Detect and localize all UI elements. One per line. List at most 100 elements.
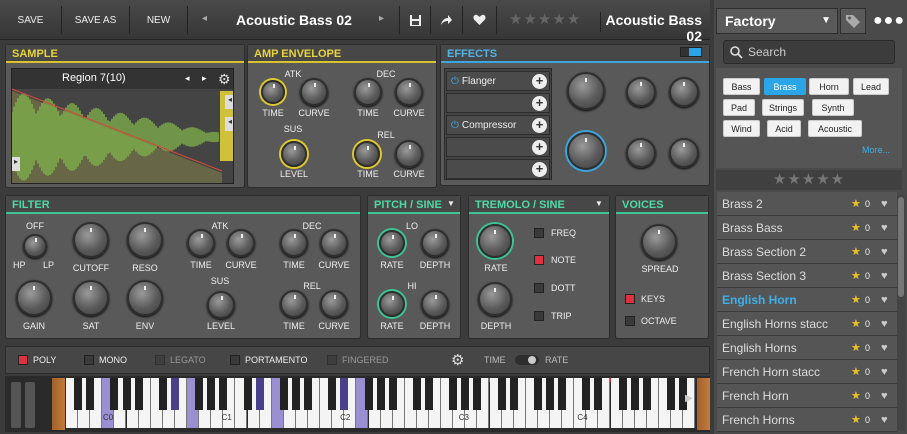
black-key[interactable] [558, 378, 567, 410]
power-icon[interactable]: ⏻ [451, 120, 459, 131]
loop-end-handle-2[interactable]: ◂ [225, 117, 233, 131]
list-item[interactable]: French Horn stacc ★ 0 ♥ [717, 360, 897, 384]
fx-knob-4[interactable] [567, 132, 605, 170]
heart-icon[interactable] [463, 6, 497, 34]
pitch-hi-rate-knob[interactable] [379, 291, 405, 317]
black-key[interactable] [642, 378, 651, 410]
black-key[interactable] [412, 378, 421, 410]
effects-toggle[interactable] [680, 47, 702, 57]
black-key[interactable] [255, 378, 264, 410]
filter-atk-time-knob[interactable] [187, 229, 215, 257]
pitch-lo-depth-knob[interactable] [421, 229, 449, 257]
dott-checkbox[interactable] [534, 283, 544, 293]
keys-checkbox[interactable] [625, 294, 635, 304]
black-key[interactable] [376, 378, 385, 410]
black-key[interactable] [134, 378, 143, 410]
list-item[interactable]: Brass 2 ★ 0 ♥ [717, 192, 897, 216]
filter-env-knob[interactable] [127, 280, 163, 316]
heart-icon[interactable]: ♥ [881, 342, 897, 354]
heart-icon[interactable]: ♥ [881, 318, 897, 330]
add-icon[interactable]: + [532, 74, 547, 89]
star-icon[interactable]: ★ [851, 365, 865, 378]
save-as-button[interactable]: SAVE AS [62, 6, 130, 34]
filter-sat-knob[interactable] [73, 280, 109, 316]
black-key[interactable] [546, 378, 554, 410]
list-scrollbar[interactable] [897, 195, 905, 431]
black-key[interactable] [449, 378, 458, 410]
filter-dec-time-knob[interactable] [280, 229, 308, 257]
fx-knob-5[interactable] [626, 138, 656, 168]
fx-knob-1[interactable] [567, 72, 605, 110]
poly-checkbox[interactable] [18, 355, 28, 365]
add-icon[interactable]: + [532, 118, 547, 133]
list-item[interactable]: Brass Section 3 ★ 0 ♥ [717, 264, 897, 288]
amp-release-time-knob[interactable] [354, 141, 380, 167]
black-key[interactable] [304, 378, 312, 410]
amp-release-curve-knob[interactable] [395, 140, 423, 168]
pitch-hi-depth-knob[interactable] [421, 290, 449, 318]
next-preset-icon[interactable]: ▸ [379, 13, 384, 24]
black-key[interactable] [425, 378, 433, 410]
filter-gain-knob[interactable] [16, 280, 52, 316]
mod-wheel[interactable] [25, 382, 35, 428]
amp-attack-time-knob[interactable] [261, 80, 285, 104]
heart-icon[interactable]: ♥ [881, 390, 897, 402]
tremolo-rate-knob[interactable] [478, 224, 512, 258]
list-item[interactable]: English Horn ★ 0 ♥ [717, 288, 897, 312]
scroll-right-icon[interactable]: ▶ [685, 393, 693, 404]
library-dropdown[interactable]: Factory ▼ [716, 8, 838, 34]
list-item[interactable]: English Horns ★ 0 ♥ [717, 336, 897, 360]
add-icon[interactable]: + [532, 96, 547, 111]
tag-bass[interactable]: Bass [723, 78, 760, 95]
filter-reso-knob[interactable] [127, 222, 163, 258]
black-key[interactable] [473, 378, 482, 410]
legato-checkbox[interactable] [155, 355, 165, 365]
filter-type-switch[interactable] [23, 234, 47, 258]
heart-icon[interactable]: ♥ [881, 222, 897, 234]
heart-icon[interactable]: ♥ [881, 366, 897, 378]
heart-icon[interactable]: ♥ [881, 294, 897, 306]
black-key[interactable] [388, 378, 397, 410]
black-key[interactable] [509, 378, 518, 410]
floppy-save-icon[interactable] [399, 6, 431, 34]
tag-acid[interactable]: Acid [767, 120, 801, 137]
share-icon[interactable] [431, 6, 463, 34]
trip-checkbox[interactable] [534, 311, 544, 321]
power-icon[interactable]: ⏻ [451, 76, 459, 87]
filter-cutoff-knob[interactable] [73, 222, 109, 258]
list-item[interactable]: French Horns ★ 0 ♥ [717, 408, 897, 432]
star-icon[interactable]: ★ [851, 413, 865, 426]
tag-acoustic[interactable]: Acoustic [808, 120, 862, 137]
black-key[interactable] [291, 378, 300, 410]
heart-icon[interactable]: ♥ [881, 246, 897, 258]
tag-brass[interactable]: Brass [764, 78, 806, 95]
fx-slot-flanger[interactable]: ⏻ Flanger + [446, 71, 550, 91]
add-icon[interactable]: + [532, 162, 547, 177]
prev-region-icon[interactable]: ◂ [185, 73, 190, 84]
filter-sus-level-knob[interactable] [207, 291, 235, 319]
black-key[interactable] [461, 378, 470, 410]
filter-rating-stars-icon[interactable]: ★★★★★ [716, 170, 902, 190]
gear-icon[interactable]: ⚙ [451, 351, 464, 369]
amp-decay-curve-knob[interactable] [395, 78, 423, 106]
filter-atk-curve-knob[interactable] [227, 229, 255, 257]
add-icon[interactable]: + [532, 140, 547, 155]
next-region-icon[interactable]: ▸ [202, 73, 207, 84]
black-key[interactable] [170, 378, 179, 410]
tag-lead[interactable]: Lead [853, 78, 889, 95]
waveform-display[interactable]: Region 7(10) ◂ ▸ ⚙ ◂ ◂ ▸ [11, 68, 234, 184]
pitch-mode-chevron-icon[interactable]: ▼ [447, 199, 455, 208]
mono-checkbox[interactable] [84, 355, 94, 365]
black-key[interactable] [533, 378, 542, 410]
tremolo-depth-knob[interactable] [478, 282, 512, 316]
save-button[interactable]: SAVE [0, 6, 62, 34]
star-icon[interactable]: ★ [851, 341, 865, 354]
list-item[interactable]: Brass Section 2 ★ 0 ♥ [717, 240, 897, 264]
black-key[interactable] [122, 378, 131, 410]
octave-checkbox[interactable] [625, 316, 635, 326]
fx-knob-2[interactable] [626, 77, 656, 107]
tag-wind[interactable]: Wind [723, 120, 760, 137]
star-icon[interactable]: ★ [851, 221, 865, 234]
fx-slot-empty-1[interactable]: + [446, 93, 550, 113]
time-rate-toggle[interactable] [515, 355, 539, 365]
